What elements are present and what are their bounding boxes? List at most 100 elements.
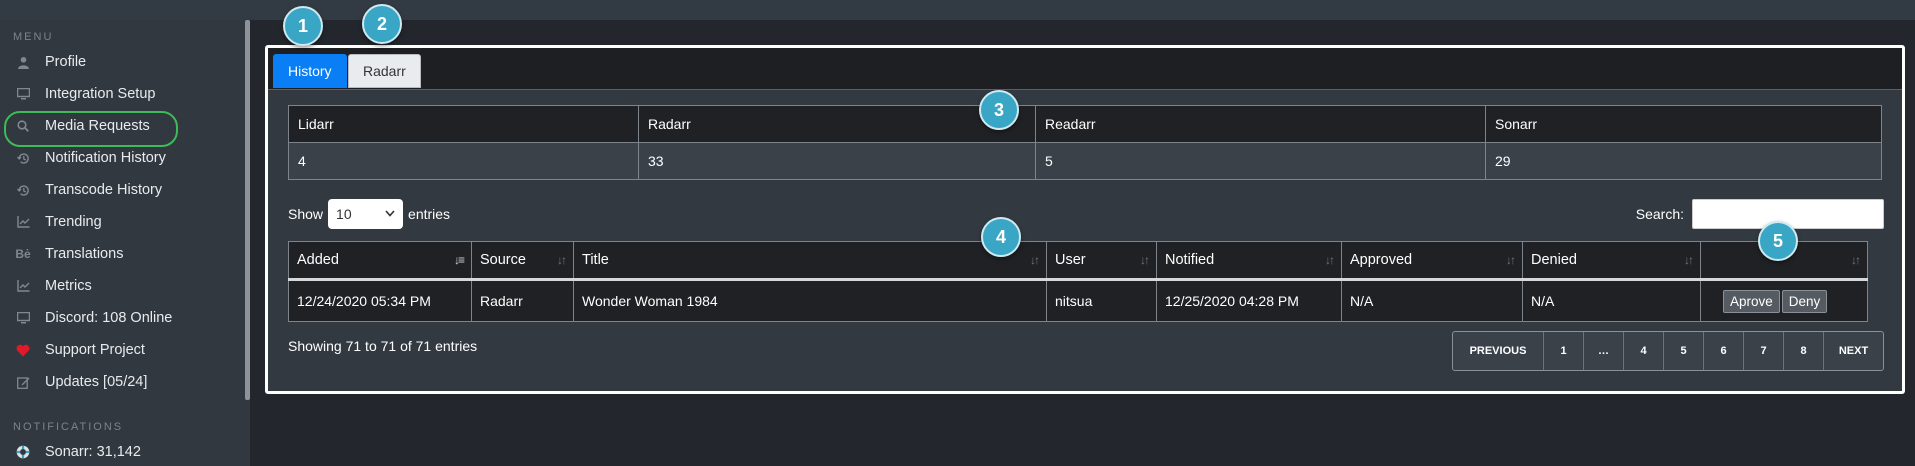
sidebar-scrollbar[interactable] — [245, 20, 250, 400]
approve-button[interactable]: Aprove — [1723, 289, 1780, 313]
sidebar-item-discord[interactable]: Discord: 108 Online — [0, 302, 250, 334]
sidebar-item-label: Notification History — [45, 150, 166, 166]
search-label: Search: — [1635, 206, 1684, 222]
pagination-page[interactable]: 4 — [1623, 332, 1663, 370]
pagination-page[interactable]: 1 — [1543, 332, 1583, 370]
sidebar-item-media-requests[interactable]: Media Requests — [0, 110, 250, 147]
sidebar-item-metrics[interactable]: Metrics — [0, 270, 250, 302]
sidebar-item-updates[interactable]: Updates [05/24] — [0, 366, 250, 398]
column-header-notified[interactable]: Notified ↓↑ — [1156, 241, 1342, 281]
column-label: Source — [480, 252, 526, 268]
column-header-user[interactable]: User ↓↑ — [1046, 241, 1157, 281]
entries-select[interactable]: 10 — [328, 199, 404, 229]
sidebar-item-label: Transcode History — [45, 182, 163, 198]
chart-icon — [13, 216, 33, 228]
column-label: Title — [582, 252, 609, 268]
search-icon — [13, 120, 33, 132]
counts-value-lidarr: 4 — [288, 142, 639, 180]
sidebar-item-label: Sonarr: 31,142 — [45, 444, 141, 460]
pagination-next[interactable]: NEXT — [1823, 332, 1883, 370]
sidebar-item-label: Integration Setup — [45, 86, 156, 102]
cell-title: Wonder Woman 1984 — [573, 279, 1047, 322]
counts-value-sonarr: 29 — [1485, 142, 1882, 180]
edit-icon — [13, 376, 33, 389]
column-header-source[interactable]: Source ↓↑ — [471, 241, 574, 281]
column-label: Notified — [1165, 252, 1215, 268]
entries-length-control: Show 10 entries — [288, 198, 450, 230]
sidebar-item-label: Discord: 108 Online — [45, 310, 173, 326]
column-header-added[interactable]: Added ↓≡ — [288, 241, 472, 281]
cell-actions: Aprove Deny — [1700, 279, 1868, 322]
discord-icon — [13, 312, 33, 324]
sidebar-item-integration-setup[interactable]: Integration Setup — [0, 78, 250, 110]
cell-denied: N/A — [1522, 279, 1701, 322]
sidebar-item-label: Metrics — [45, 278, 92, 294]
notification-item-sonarr[interactable]: Sonarr: 31,142 — [0, 436, 250, 466]
pagination-page[interactable]: 5 — [1663, 332, 1703, 370]
callout-marker-3: 3 — [979, 90, 1019, 130]
column-label: Added — [297, 252, 339, 268]
callout-marker-5: 5 — [1758, 221, 1798, 261]
sidebar-item-trending[interactable]: Trending — [0, 206, 250, 238]
table-row: 4 33 5 29 — [288, 142, 1882, 180]
sort-icon: ↓↑ — [1030, 253, 1040, 267]
table-info: Showing 71 to 71 of 71 entries — [288, 338, 478, 354]
sidebar-item-label: Support Project — [45, 342, 145, 358]
column-header-denied[interactable]: Denied ↓↑ — [1522, 241, 1701, 281]
cell-approved: N/A — [1341, 279, 1523, 322]
media-requests-panel: History Radarr Lidarr Radarr Readarr Son… — [265, 45, 1905, 394]
display-icon — [13, 88, 33, 100]
sidebar-item-support-project[interactable]: Support Project — [0, 334, 250, 366]
sidebar-item-label: Media Requests — [45, 118, 150, 134]
tab-bar: History Radarr — [268, 48, 1902, 90]
tab-history[interactable]: History — [273, 54, 347, 88]
sidebar-item-translations[interactable]: Bė Translations — [0, 238, 250, 270]
column-label: Approved — [1350, 252, 1413, 268]
column-label: Denied — [1531, 252, 1577, 268]
requests-table: Added ↓≡ Source ↓↑ Title ↓↑ User ↓↑ Notified… — [288, 241, 1868, 322]
cell-notified: 12/25/2020 04:28 PM — [1156, 279, 1342, 322]
counts-value-radarr: 33 — [638, 142, 1036, 180]
counts-value-readarr: 5 — [1035, 142, 1486, 180]
cell-added: 12/24/2020 05:34 PM — [288, 279, 472, 322]
user-icon — [13, 56, 33, 69]
translate-icon: Bė — [15, 247, 31, 261]
column-label: User — [1055, 252, 1086, 268]
sidebar-item-transcode-history[interactable]: Transcode History — [0, 174, 250, 206]
entries-select-value: 10 — [336, 206, 352, 222]
sidebar-item-label: Profile — [45, 54, 87, 70]
sort-icon: ↓↑ — [1325, 253, 1335, 267]
history-icon — [13, 184, 33, 197]
lifebuoy-icon — [13, 445, 33, 459]
sort-icon: ↓↑ — [1506, 253, 1516, 267]
deny-button[interactable]: Deny — [1781, 289, 1828, 313]
counts-header-radarr: Radarr — [638, 105, 1036, 143]
tab-radarr[interactable]: Radarr — [348, 54, 421, 88]
pagination-previous[interactable]: PREVIOUS — [1453, 332, 1543, 370]
cell-user: nitsua — [1046, 279, 1157, 322]
sort-icon: ↓↑ — [1851, 253, 1861, 267]
pagination-page[interactable]: 7 — [1743, 332, 1783, 370]
sidebar-item-profile[interactable]: Profile — [0, 46, 250, 78]
heart-icon — [13, 344, 33, 357]
sidebar-item-label: Trending — [45, 214, 102, 230]
pagination-ellipsis: … — [1583, 332, 1623, 370]
table-header-row: Added ↓≡ Source ↓↑ Title ↓↑ User ↓↑ Notified… — [288, 241, 1868, 281]
history-icon — [13, 152, 33, 165]
column-header-approved[interactable]: Approved ↓↑ — [1341, 241, 1523, 281]
counts-header-readarr: Readarr — [1035, 105, 1486, 143]
counts-header-lidarr: Lidarr — [288, 105, 639, 143]
notifications-header: NOTIFICATIONS — [13, 421, 124, 433]
sidebar: MENU Profile Integration Setup Media Req… — [0, 20, 250, 466]
table-row: Lidarr Radarr Readarr Sonarr — [288, 105, 1882, 143]
column-header-title[interactable]: Title ↓↑ — [573, 241, 1047, 281]
search-control: Search: — [1636, 198, 1884, 230]
pagination-page[interactable]: 8 — [1783, 332, 1823, 370]
menu-header: MENU — [13, 31, 54, 43]
pagination: PREVIOUS 1 … 4 5 6 7 8 NEXT — [1452, 331, 1884, 371]
pagination-page[interactable]: 6 — [1703, 332, 1743, 370]
sidebar-item-label: Translations — [45, 246, 124, 262]
sort-icon: ↓↑ — [1140, 253, 1150, 267]
table-row: 12/24/2020 05:34 PM Radarr Wonder Woman … — [288, 279, 1868, 322]
service-counts-table: Lidarr Radarr Readarr Sonarr 4 33 5 29 — [288, 105, 1882, 180]
